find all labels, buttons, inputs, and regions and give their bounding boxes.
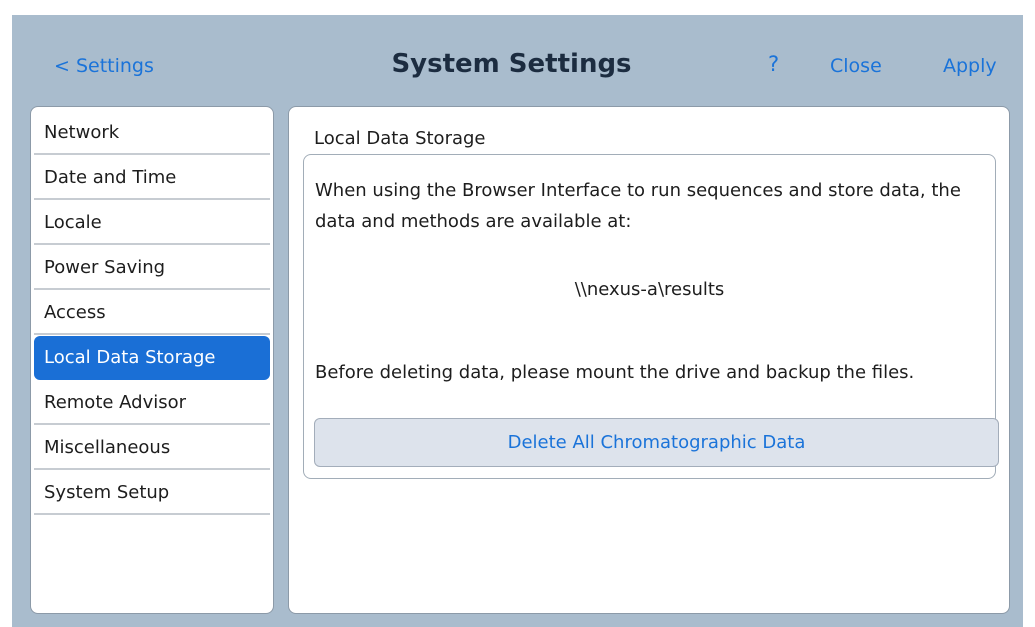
storage-info-card: When using the Browser Interface to run … [303,154,999,479]
sidebar-item-locale[interactable]: Locale [34,201,270,245]
storage-description: When using the Browser Interface to run … [315,180,961,232]
help-button[interactable]: ? [768,52,779,76]
sidebar-item-power-saving[interactable]: Power Saving [34,246,270,290]
sidebar-item-network[interactable]: Network [34,111,270,155]
sidebar-item-local-data-storage[interactable]: Local Data Storage [34,336,270,380]
settings-sidebar: Network Date and Time Locale Power Savin… [30,106,274,614]
close-button[interactable]: Close [830,55,882,77]
section-title: Local Data Storage [314,128,486,149]
backup-note: Before deleting data, please mount the d… [315,362,915,383]
sidebar-item-access[interactable]: Access [34,291,270,335]
settings-window: < Settings System Settings ? Close Apply… [12,15,1023,627]
content-panel: Local Data Storage When using the Browse… [288,106,1010,614]
page-title-text: System Settings [391,49,632,79]
storage-path: \\nexus-a\results [574,279,725,300]
sidebar-item-remote-advisor[interactable]: Remote Advisor [34,381,270,425]
sidebar-item-miscellaneous[interactable]: Miscellaneous [34,426,270,470]
sidebar-item-date-and-time[interactable]: Date and Time [34,156,270,200]
sidebar-item-system-setup[interactable]: System Setup [34,471,270,515]
delete-all-data-button[interactable]: Delete All Chromatographic Data [314,418,999,467]
apply-button[interactable]: Apply [943,55,997,77]
top-bar: < Settings System Settings ? Close Apply [12,15,1023,105]
